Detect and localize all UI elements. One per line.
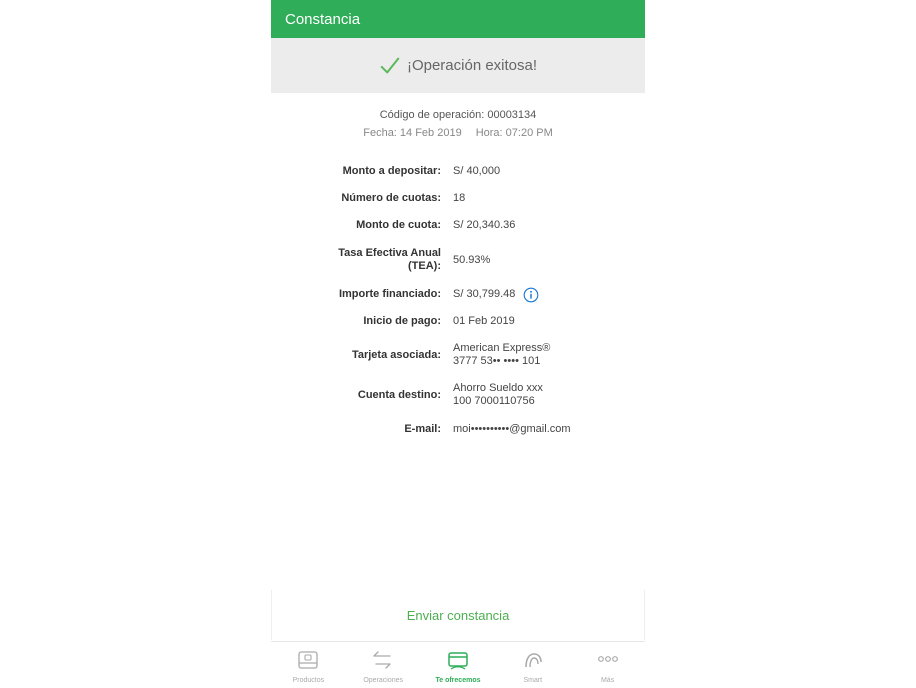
page-title: Constancia [285,10,361,28]
detail-label: Monto de cuota: [356,219,441,231]
phone-screen: Constancia ¡Operación exitosa! Código de… [271,0,645,688]
operation-datetime: Fecha: 14 Feb 2019 Hora: 07:20 PM [271,124,645,142]
smart-hand-icon [524,653,542,668]
detail-row-tea: Tasa Efectiva Anual (TEA): 50.93% [271,239,645,281]
detail-value: 18 [453,192,466,204]
success-banner: ¡Operación exitosa! [271,38,645,93]
more-dots-icon [597,656,618,662]
detail-label: Tarjeta asociada: [351,348,441,361]
operation-code: Código de operación: 00003134 [379,109,537,121]
detail-value: 50.93% [453,253,491,266]
transfer-arrows-icon [373,651,391,669]
detail-row-tarjeta: Tarjeta asociada: American Express® 3777… [271,335,645,375]
check-icon [380,57,400,73]
tab-mas[interactable]: Más [570,642,645,688]
detail-value: American Express® 3777 53•• •••• 101 [453,342,551,367]
detail-label: Inicio de pago: [363,315,441,327]
detail-label: Número de cuotas: [341,192,441,204]
detail-row-numero-cuotas: Número de cuotas: 18 [271,185,645,212]
tab-productos[interactable]: Productos [271,642,346,688]
wallet-icon [298,651,319,669]
info-icon[interactable] [523,287,539,303]
tab-smart[interactable]: Smart [495,642,570,688]
app-bar: Constancia [271,0,645,38]
send-area: Enviar constancia [271,590,645,640]
tab-operaciones[interactable]: Operaciones [346,642,421,688]
detail-label: Monto a depositar: [342,165,441,177]
detail-row-cuenta-destino: Cuenta destino: Ahorro Sueldo xxx 100 70… [271,375,645,415]
detail-row-email: E-mail: moi••••••••••@gmail.com [271,415,645,443]
detail-label: Importe financiado: [338,288,441,300]
detail-value: S/ 40,000 [453,165,501,177]
detail-label: Tasa Efectiva Anual (TEA): [338,247,441,272]
tab-te-ofrecemos[interactable]: Te ofrecemos [421,642,496,688]
detail-value: S/ 20,340.36 [453,219,516,231]
offer-card-icon [448,652,468,670]
detail-row-inicio-pago: Inicio de pago: 01 Feb 2019 [271,308,645,335]
detail-row-monto-cuota: Monto de cuota: S/ 20,340.36 [271,212,645,239]
success-message: ¡Operación exitosa! [406,57,538,74]
detail-value: 01 Feb 2019 [453,315,515,327]
detail-row-monto-depositar: Monto a depositar: S/ 40,000 [271,158,645,185]
bottom-tab-bar: Productos Operaciones Te ofrecemos Smart [271,641,645,688]
operation-date: Fecha: 14 Feb 2019 [363,127,462,139]
operation-meta: Código de operación: 00003134 Fecha: 14 … [271,106,645,142]
details-list: Monto a depositar: S/ 40,000 Número de c… [271,158,645,443]
detail-label: E-mail: [404,422,441,435]
detail-value: moi••••••••••@gmail.com [453,422,571,435]
detail-value: S/ 30,799.48 [453,287,539,303]
operation-time: Hora: 07:20 PM [475,127,553,139]
send-receipt-button[interactable]: Enviar constancia [399,604,518,627]
detail-value: Ahorro Sueldo xxx 100 7000110756 [453,382,543,407]
detail-label: Cuenta destino: [357,388,441,401]
detail-row-importe-financiado: Importe financiado: S/ 30,799.48 [271,281,645,308]
